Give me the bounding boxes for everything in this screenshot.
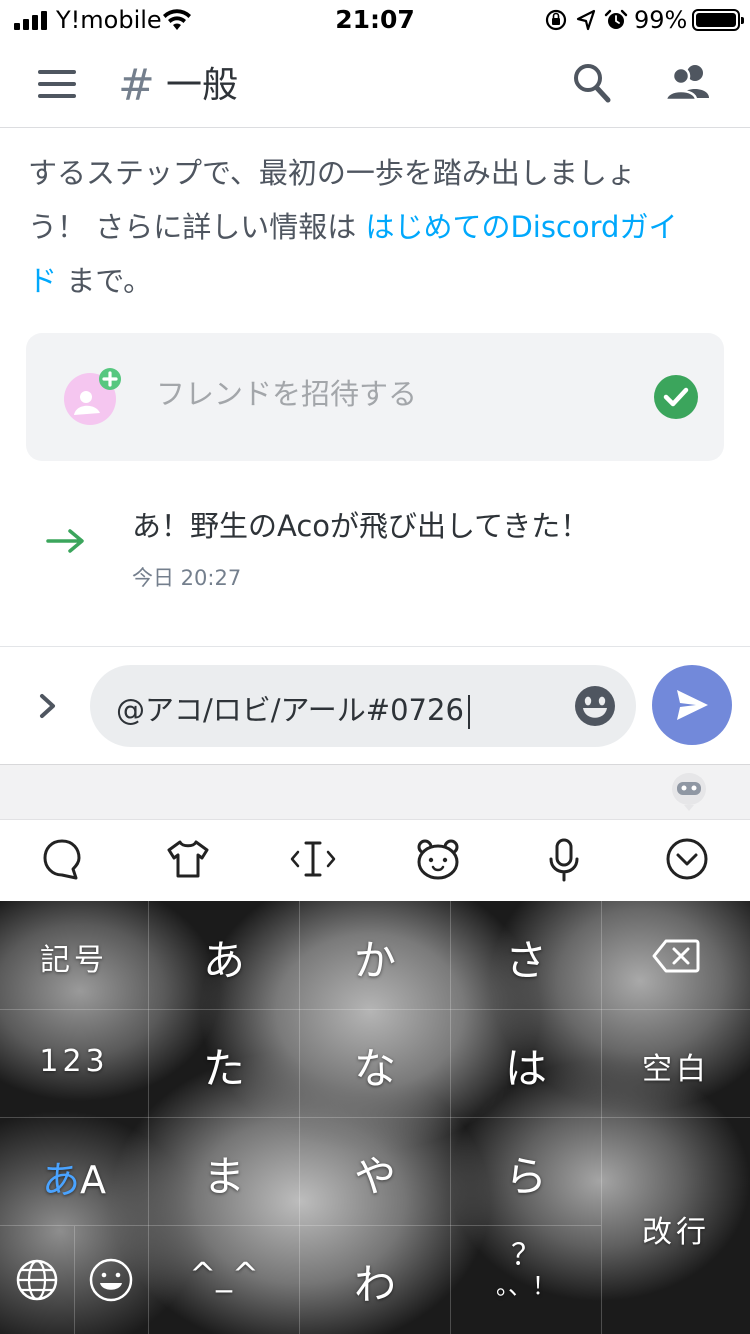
members-icon[interactable]: [664, 62, 712, 102]
punct-question: ？: [511, 1238, 541, 1273]
text-caret: [467, 695, 470, 729]
key-a[interactable]: あ: [149, 927, 299, 988]
key-wa[interactable]: わ: [300, 1251, 450, 1312]
welcome-line-3: まで。: [57, 264, 153, 298]
menu-icon[interactable]: [38, 70, 76, 98]
chat-bubble-icon[interactable]: [42, 838, 82, 880]
skin-shirt-icon[interactable]: [166, 838, 210, 880]
message-timestamp: 今日 20:27: [132, 566, 242, 590]
search-icon[interactable]: [572, 62, 612, 104]
key-divider: [0, 1225, 601, 1226]
welcome-line-1: するステップで、最初の一歩を踏み出しましょ: [28, 156, 636, 190]
channel-header: # 一般: [0, 40, 750, 128]
keyboard-suggestion-bar: [0, 764, 750, 819]
keyboard-toolbar: [0, 819, 750, 901]
invite-friends-label: フレンドを招待する: [156, 377, 418, 411]
key-ya[interactable]: や: [300, 1143, 450, 1204]
battery-icon: [692, 9, 744, 31]
backspace-icon[interactable]: [652, 939, 700, 973]
globe-icon[interactable]: [16, 1259, 58, 1301]
expand-chevron-icon[interactable]: [38, 693, 58, 719]
message-input[interactable]: @アコ/ロビ/アール#0726: [90, 665, 636, 747]
status-bar: Y!mobile 21:07 99%: [0, 0, 750, 40]
cursor-move-icon[interactable]: [290, 838, 336, 880]
send-button[interactable]: [652, 665, 732, 745]
invite-friends-card[interactable]: フレンドを招待する: [26, 333, 724, 461]
alarm-icon: [604, 9, 628, 29]
key-divider: [0, 1009, 750, 1010]
location-icon: [576, 9, 596, 31]
channel-title: 一般: [166, 65, 239, 106]
key-ra[interactable]: ら: [451, 1143, 601, 1204]
flick-keyboard: 記号 あ か さ 123 た な は 空白 あA ま や ら 改行 ^_^ わ …: [0, 901, 750, 1334]
key-space[interactable]: 空白: [602, 1044, 750, 1088]
input-mode-kana: あ: [41, 1158, 80, 1202]
message-input-value: @アコ/ロビ/アール#0726: [116, 693, 464, 727]
punct-marks: 。、！: [496, 1272, 556, 1300]
key-return[interactable]: 改行: [602, 1207, 750, 1251]
discord-guide-link-cont[interactable]: ド: [28, 264, 57, 298]
channel-hash-icon: #: [118, 60, 155, 111]
key-symbols[interactable]: 記号: [0, 935, 148, 979]
message-composer: @アコ/ロビ/アール#0726: [0, 646, 750, 764]
key-sa[interactable]: さ: [451, 927, 601, 988]
status-icons: [545, 9, 628, 31]
key-na[interactable]: な: [300, 1035, 450, 1096]
join-arrow-icon: [46, 529, 84, 553]
input-mode-alpha: A: [80, 1158, 106, 1202]
microphone-icon[interactable]: [548, 838, 580, 882]
emoji-keyboard-icon[interactable]: [88, 1257, 134, 1303]
keyboard-collapse-icon[interactable]: [666, 838, 708, 880]
battery-percent: 99%: [634, 6, 688, 34]
check-complete-icon: [654, 375, 698, 419]
emoji-icon[interactable]: [574, 685, 616, 727]
key-kaomoji[interactable]: ^_^: [149, 1255, 299, 1293]
discord-guide-link[interactable]: はじめてのDiscordガイ: [365, 210, 677, 244]
rotation-lock-icon: [545, 9, 567, 31]
key-divider: [0, 1117, 750, 1118]
key-punctuation[interactable]: ？ 。、！: [451, 1241, 601, 1301]
key-numbers[interactable]: 123: [0, 1044, 148, 1079]
welcome-text: するステップで、最初の一歩を踏み出しましょ う！ さらに詳しい情報は はじめての…: [28, 146, 728, 308]
kaomoji-bear-icon[interactable]: [416, 838, 460, 880]
assistant-bot-icon[interactable]: [670, 771, 708, 813]
join-message: あ！野生のAcoが飛び出してきた！: [132, 509, 590, 543]
key-ma[interactable]: ま: [149, 1143, 299, 1204]
welcome-line-2: う！ さらに詳しい情報は: [28, 210, 366, 244]
key-input-mode[interactable]: あA: [0, 1149, 148, 1204]
key-ka[interactable]: か: [300, 927, 450, 988]
invite-friends-icon: [64, 368, 121, 425]
key-ha[interactable]: は: [451, 1035, 601, 1096]
send-icon: [677, 690, 708, 720]
key-ta[interactable]: た: [149, 1035, 299, 1096]
key-divider: [74, 1226, 75, 1334]
